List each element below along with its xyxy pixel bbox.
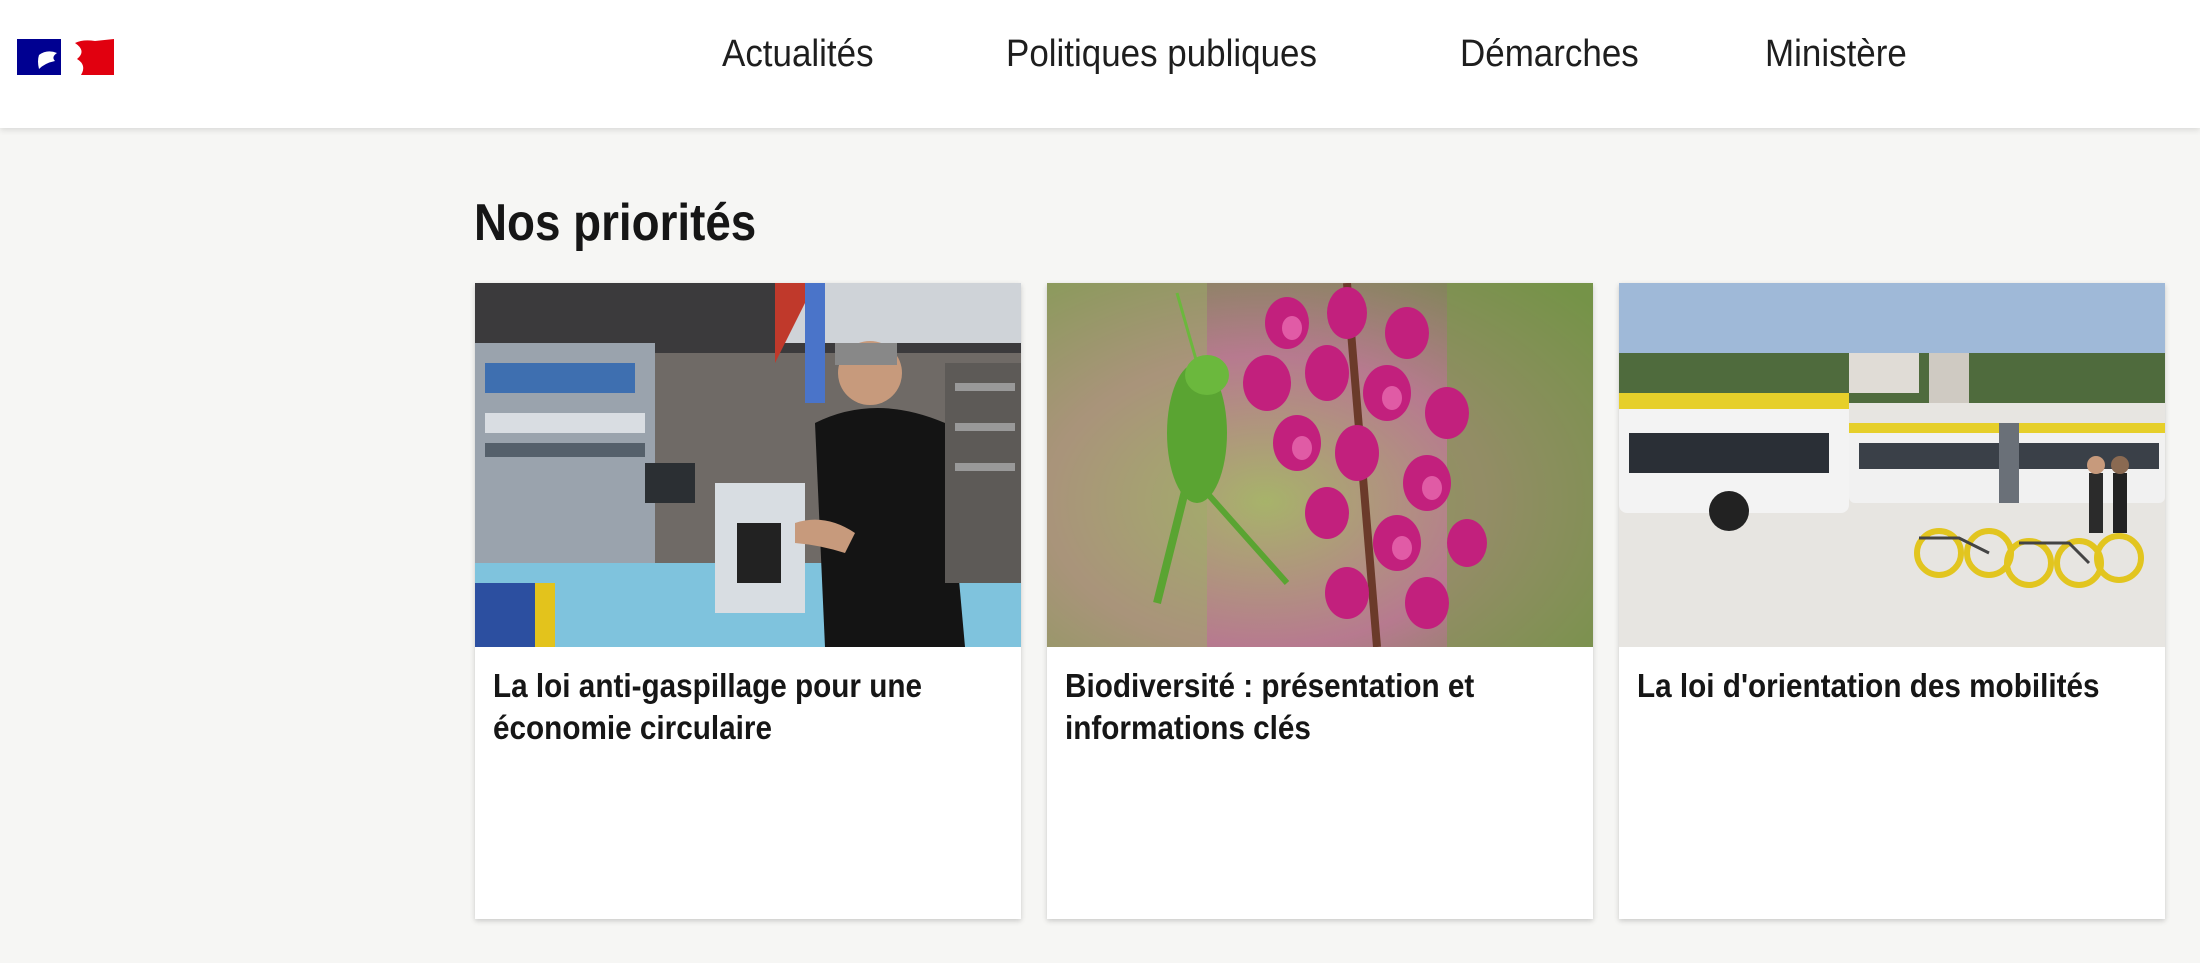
nav-item-demarches[interactable]: Démarches [1460, 28, 1639, 80]
card-title: Biodiversité : présentation et informati… [1065, 667, 1475, 746]
nav-item-actualites[interactable]: Actualités [722, 28, 874, 80]
section-title: Nos priorités [474, 194, 757, 252]
card-mobilites[interactable]: La loi d'orientation des mobilités [1619, 283, 2165, 919]
main-navigation: Actualités Politiques publiques Démarche… [0, 0, 2200, 108]
card-title: La loi anti-gaspillage pour une économie… [493, 667, 923, 746]
grasshopper-flower-photo [1047, 283, 1593, 647]
tram-bikes-photo [1619, 283, 2165, 647]
card-anti-gaspillage[interactable]: La loi anti-gaspillage pour une économie… [475, 283, 1021, 919]
site-header: Actualités Politiques publiques Démarche… [0, 0, 2200, 128]
factory-worker-photo [475, 283, 1021, 647]
card-title: La loi d'orientation des mobilités [1637, 667, 2100, 704]
nav-item-politiques-publiques[interactable]: Politiques publiques [1006, 28, 1317, 80]
card-biodiversite[interactable]: Biodiversité : présentation et informati… [1047, 283, 1593, 919]
main-content: Nos priorités La loi anti-gaspillage pou… [0, 128, 2200, 963]
nav-item-ministere[interactable]: Ministère [1765, 28, 1907, 80]
